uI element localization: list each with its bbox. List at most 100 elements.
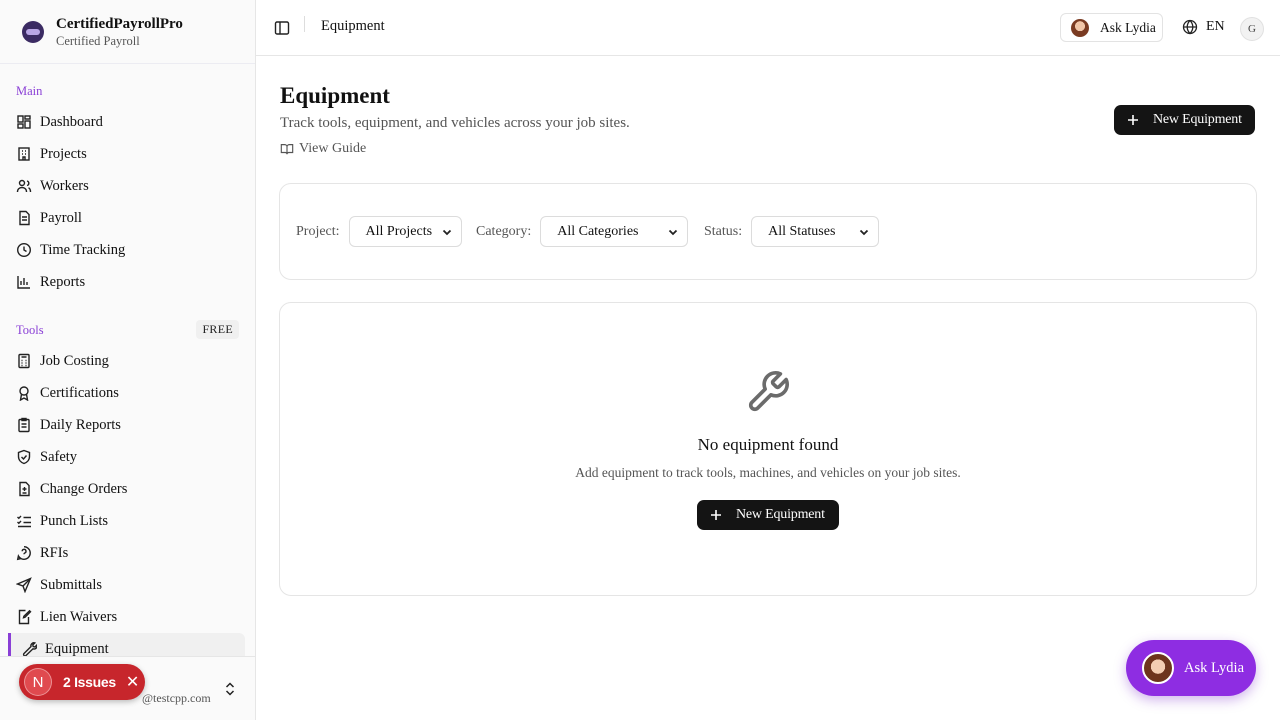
clipboard-icon <box>18 417 30 433</box>
file-signature-icon <box>18 609 32 625</box>
calculator-icon <box>18 353 30 369</box>
sidebar-item-time-tracking[interactable]: Time Tracking <box>0 234 255 266</box>
category-filter: Category: All Categories <box>476 216 689 247</box>
sidebar-item-label: RFIs <box>40 544 69 561</box>
filter-card: Project: All Projects Category: All Cate… <box>279 183 1257 280</box>
sidebar-item-label: Dashboard <box>40 113 103 130</box>
ask-lydia-label: Ask Lydia <box>1100 19 1156 35</box>
sidebar-item-reports[interactable]: Reports <box>0 266 255 298</box>
file-diff-icon <box>19 481 30 497</box>
language-label: EN <box>1206 19 1225 34</box>
help-circle-icon <box>16 546 31 561</box>
sidebar-item-daily-reports[interactable]: Daily Reports <box>0 409 255 441</box>
sidebar-item-label: Workers <box>40 177 89 194</box>
sidebar-item-label: Submittals <box>40 576 103 593</box>
page-subtitle: Track tools, equipment, and vehicles acr… <box>280 115 630 131</box>
sidebar-item-label: Daily Reports <box>40 416 121 433</box>
sidebar-item-label: Change Orders <box>40 480 128 497</box>
globe-icon <box>1182 19 1198 35</box>
send-icon <box>16 577 32 593</box>
sidebar-item-label: Job Costing <box>40 352 109 369</box>
brand-logo-icon <box>22 20 44 43</box>
status-filter-label: Status: <box>704 223 743 239</box>
top-bar: Equipment Ask Lydia EN G <box>256 0 1280 56</box>
empty-state-card: No equipment found Add equipment to trac… <box>279 302 1257 596</box>
issues-avatar: N <box>24 668 52 696</box>
dashboard-icon <box>17 115 31 129</box>
wrench-icon <box>22 642 37 657</box>
view-guide-label: View Guide <box>299 141 367 156</box>
view-guide-link[interactable]: View Guide <box>280 141 366 157</box>
close-icon[interactable]: ✕ <box>126 672 139 692</box>
empty-state-title: No equipment found <box>697 435 839 454</box>
section-label-tools: Tools <box>16 322 44 337</box>
project-filter: Project: All Projects <box>296 216 462 247</box>
new-equipment-label: New Equipment <box>1153 112 1242 127</box>
plus-icon <box>1128 115 1138 125</box>
shield-icon <box>17 449 31 465</box>
lydia-avatar <box>1071 18 1089 37</box>
page-title: Equipment <box>280 83 390 108</box>
breadcrumb: Equipment <box>321 18 385 34</box>
building-icon <box>18 147 30 161</box>
sidebar-item-certifications[interactable]: Certifications <box>0 377 255 409</box>
sidebar-item-dashboard[interactable]: Dashboard <box>0 106 255 138</box>
sidebar: CertifiedPayrollPro Certified Payroll Ma… <box>0 0 256 720</box>
sidebar-item-label: Reports <box>40 273 86 290</box>
sidebar-item-job-costing[interactable]: Job Costing <box>0 345 255 377</box>
clock-icon <box>16 242 32 258</box>
status-select-value: All Statuses <box>768 223 836 239</box>
issues-count: 2 Issues <box>63 674 116 690</box>
new-equipment-button[interactable]: New Equipment <box>1114 105 1255 135</box>
wrench-icon <box>748 371 789 412</box>
project-select-value: All Projects <box>365 223 433 239</box>
project-select[interactable]: All Projects <box>348 216 462 247</box>
award-icon <box>19 386 29 401</box>
chevrons-up-down-icon[interactable] <box>223 681 237 697</box>
sidebar-item-rfis[interactable]: RFIs <box>0 537 255 569</box>
tools-section-header: Tools FREE <box>0 320 255 339</box>
brand[interactable]: CertifiedPayrollPro Certified Payroll <box>0 0 255 64</box>
sidebar-item-label: Lien Waivers <box>40 608 118 625</box>
empty-state-description: Add equipment to track tools, machines, … <box>575 465 961 480</box>
status-select[interactable]: All Statuses <box>751 216 880 247</box>
sidebar-item-label: Safety <box>40 448 78 465</box>
issues-badge[interactable]: N 2 Issues ✕ <box>19 664 145 700</box>
sidebar-item-punch-lists[interactable]: Punch Lists <box>0 505 255 537</box>
sidebar-item-lien-waivers[interactable]: Lien Waivers <box>0 601 255 633</box>
brand-name: CertifiedPayrollPro <box>56 15 183 32</box>
category-filter-label: Category: <box>476 223 532 239</box>
checklist-icon <box>17 515 31 528</box>
section-label-main: Main <box>16 84 43 98</box>
sidebar-item-label: Certifications <box>40 384 119 401</box>
new-equipment-empty-button[interactable]: New Equipment <box>697 500 839 530</box>
sidebar-item-label: Projects <box>40 145 87 162</box>
chevron-down-icon <box>859 229 869 235</box>
ask-lydia-floating-label: Ask Lydia <box>1184 659 1245 676</box>
sidebar-item-label: Equipment <box>45 640 109 657</box>
free-badge: FREE <box>196 320 239 339</box>
language-selector[interactable]: EN <box>1182 19 1225 35</box>
document-icon <box>19 210 30 226</box>
ask-lydia-floating-button[interactable]: Ask Lydia <box>1126 640 1256 696</box>
sidebar-item-submittals[interactable]: Submittals <box>0 569 255 601</box>
lydia-avatar <box>1142 652 1174 684</box>
sidebar-item-change-orders[interactable]: Change Orders <box>0 473 255 505</box>
sidebar-item-safety[interactable]: Safety <box>0 441 255 473</box>
sidebar-item-projects[interactable]: Projects <box>0 138 255 170</box>
sidebar-item-payroll[interactable]: Payroll <box>0 202 255 234</box>
user-avatar[interactable]: G <box>1240 17 1264 41</box>
bar-chart-icon <box>17 276 30 289</box>
new-equipment-label: New Equipment <box>736 507 825 522</box>
category-select-value: All Categories <box>557 223 639 239</box>
book-open-icon <box>280 144 294 155</box>
chevron-down-icon <box>442 229 451 235</box>
sidebar-toggle-icon[interactable] <box>274 20 290 36</box>
ask-lydia-button[interactable]: Ask Lydia <box>1060 13 1163 42</box>
sidebar-item-workers[interactable]: Workers <box>0 170 255 202</box>
plus-icon <box>711 510 721 520</box>
sidebar-item-label: Punch Lists <box>40 512 109 529</box>
brand-subtitle: Certified Payroll <box>56 33 140 48</box>
category-select[interactable]: All Categories <box>540 216 689 247</box>
chevron-down-icon <box>669 229 678 235</box>
